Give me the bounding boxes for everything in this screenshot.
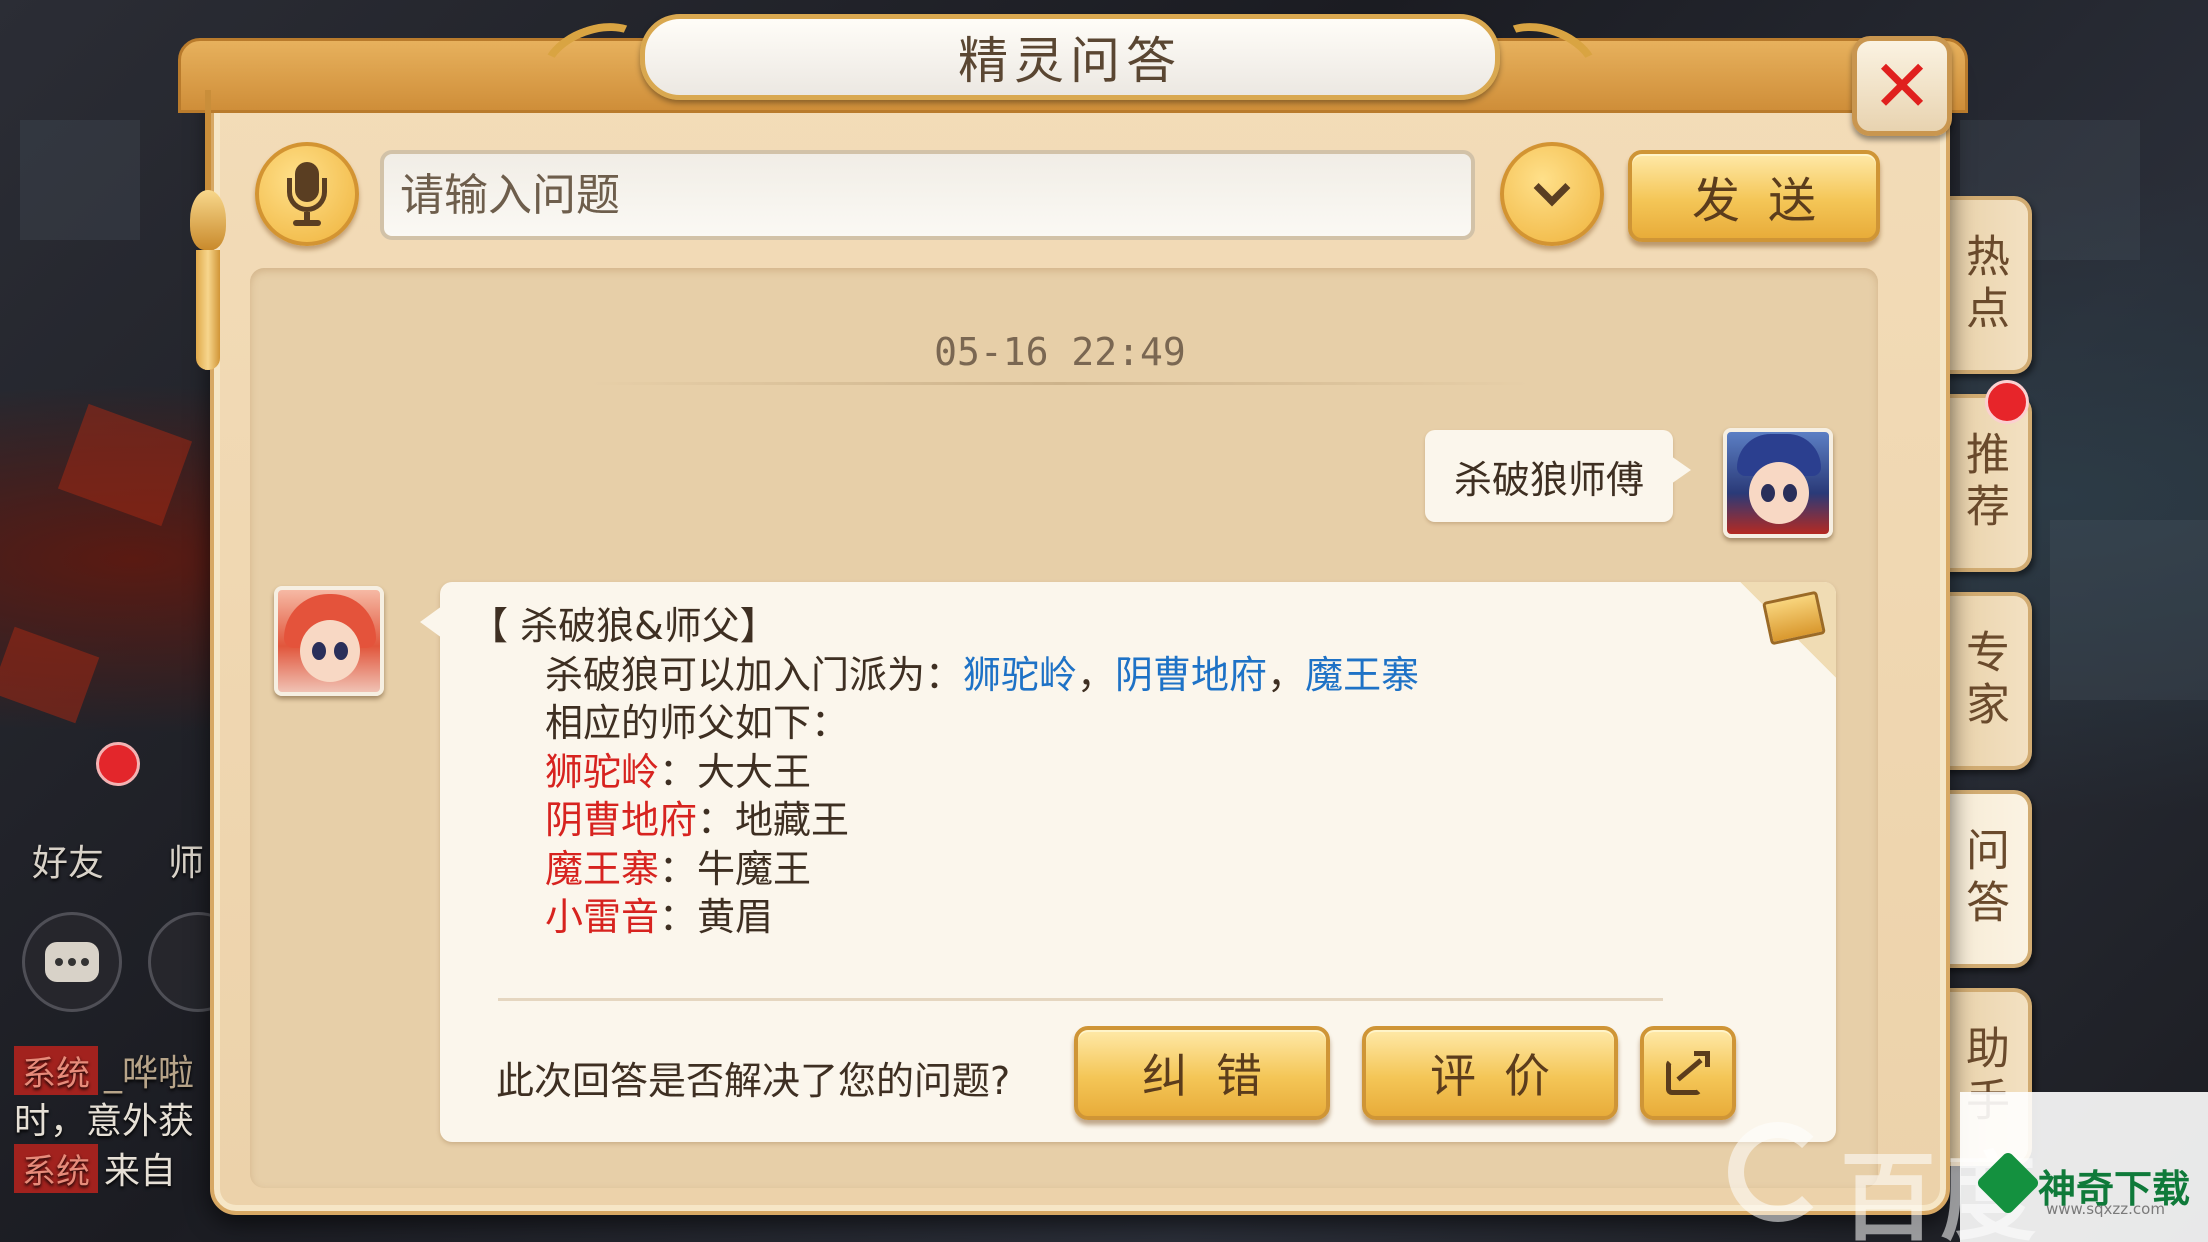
bg-tile — [2050, 520, 2208, 700]
master-name: 牛魔王 — [697, 846, 812, 891]
tab-label: 推荐 — [1958, 431, 2009, 535]
answer-heading: 【 杀破狼&师父】 — [470, 604, 778, 648]
tassel-ornament — [196, 250, 220, 370]
chat-line: 时，意外获 — [14, 1092, 194, 1144]
chat-tag: 系统 — [14, 1144, 98, 1193]
master-label[interactable]: 师 — [168, 834, 204, 886]
sect-name: 小雷音 — [545, 895, 660, 939]
question-input[interactable] — [380, 150, 1475, 240]
voice-input-button[interactable] — [255, 142, 359, 246]
sect-link-mowangzhai[interactable]: 魔王寨 — [1305, 653, 1419, 697]
tab-hot[interactable]: 热点 — [1938, 196, 2032, 374]
microphone-icon — [287, 162, 327, 226]
sect-link-shituoling[interactable]: 狮驼岭 — [963, 653, 1077, 697]
brand-url: www.sqxzz.com — [2046, 1200, 2165, 1218]
dialog-title-plate: 精灵问答 — [640, 14, 1500, 100]
sect-link-yincaodifu[interactable]: 阴曹地府 — [1115, 653, 1267, 697]
user-message-text: 杀破狼师傅 — [1453, 457, 1644, 502]
chat-hud-button[interactable] — [22, 912, 122, 1012]
chat-name[interactable]: _哗啦 — [104, 1053, 194, 1094]
spirit-avatar — [274, 586, 384, 696]
close-icon: ✕ — [1871, 44, 1933, 128]
sect-name: 阴曹地府 — [545, 798, 698, 842]
recommend-notification-dot — [1985, 380, 2029, 424]
friends-label[interactable]: 好友 — [32, 834, 104, 886]
correct-error-button[interactable]: 纠错 — [1074, 1026, 1330, 1120]
answer-content: 【 杀破狼&师父】 杀破狼可以加入门派为：狮驼岭，阴曹地府，魔王寨 相应的师父如… — [470, 602, 1419, 942]
message-timestamp: 05-16 22:49 — [934, 330, 1186, 374]
history-dropdown-button[interactable] — [1500, 142, 1604, 246]
dialog-title: 精灵问答 — [958, 32, 1182, 90]
sect-name: 魔王寨 — [545, 846, 660, 891]
send-button[interactable]: 发送 — [1628, 150, 1880, 242]
user-message-bubble: 杀破狼师傅 — [1425, 430, 1691, 522]
chevron-down-icon — [1533, 169, 1571, 207]
master-name: 大大王 — [697, 749, 812, 794]
rate-button[interactable]: 评价 — [1362, 1026, 1618, 1120]
share-icon — [1666, 1051, 1710, 1095]
answer-sects-line: 杀破狼可以加入门派为：狮驼岭，阴曹地府，魔王寨 — [545, 652, 1420, 697]
feedback-divider — [498, 998, 1663, 1001]
master-row: 魔王寨：牛魔王 — [545, 846, 812, 891]
friends-notification-dot — [96, 742, 140, 786]
close-button[interactable]: ✕ — [1852, 36, 1952, 136]
baidu-logo-icon — [1728, 1122, 1828, 1222]
tab-qa[interactable]: 问答 — [1938, 790, 2032, 968]
tab-label: 热点 — [1958, 233, 2009, 337]
timestamp-divider — [590, 382, 1530, 385]
master-row: 狮驼岭：大大王 — [545, 749, 812, 794]
sect-name: 狮驼岭 — [545, 749, 660, 794]
chat-text: 时，意外获 — [14, 1101, 195, 1142]
chat-tag: 系统 — [14, 1046, 98, 1095]
chat-line: 系统 来自 — [14, 1142, 176, 1194]
tab-label: 专家 — [1958, 629, 2009, 733]
master-row: 小雷音：黄眉 — [545, 895, 774, 939]
answer-masters-intro: 相应的师父如下： — [545, 701, 850, 745]
tab-label: 问答 — [1958, 827, 2009, 931]
tassel-ornament — [190, 190, 226, 250]
chat-line: 系统 _哗啦 — [14, 1044, 194, 1096]
feedback-question: 此次回答是否解决了您的问题? — [496, 1059, 1011, 1103]
master-name: 地藏王 — [735, 798, 850, 842]
master-row: 阴曹地府：地藏王 — [545, 798, 850, 842]
speech-bubble-icon — [45, 942, 99, 982]
bg-tile — [20, 120, 140, 240]
share-button[interactable] — [1640, 1026, 1736, 1120]
master-name: 黄眉 — [697, 895, 774, 939]
tab-expert[interactable]: 专家 — [1938, 592, 2032, 770]
user-avatar[interactable] — [1723, 428, 1833, 538]
chat-text: 来自 — [104, 1151, 177, 1192]
answer-bubble: 【 杀破狼&师父】 杀破狼可以加入门派为：狮驼岭，阴曹地府，魔王寨 相应的师父如… — [420, 582, 1836, 1142]
